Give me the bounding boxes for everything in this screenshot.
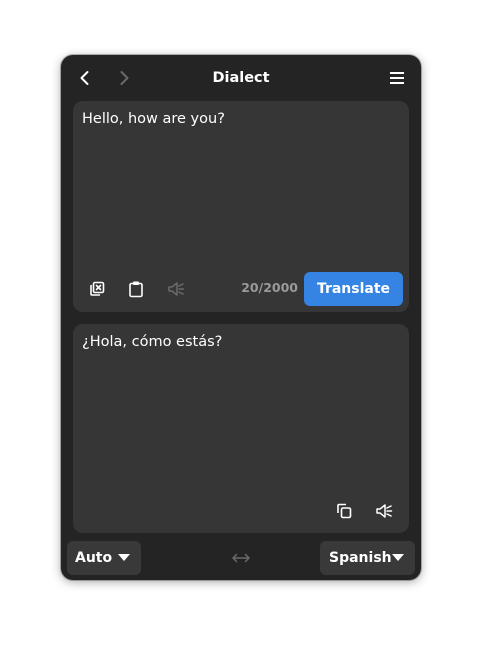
hamburger-menu-icon — [390, 72, 404, 84]
source-language-label: Auto — [75, 550, 113, 566]
copy-button[interactable] — [331, 498, 357, 524]
source-text[interactable]: Hello, how are you? — [82, 111, 225, 127]
switch-languages-button[interactable] — [230, 548, 252, 568]
translate-button[interactable]: Translate — [304, 272, 403, 306]
header-bar: Dialect — [61, 55, 421, 101]
paste-button[interactable] — [123, 276, 149, 302]
source-speak-button[interactable] — [163, 276, 189, 302]
source-text-pane[interactable]: Hello, how are you? 20/2000 Translate — [73, 101, 409, 312]
edit-clear-icon — [90, 281, 105, 296]
main-menu-button[interactable] — [383, 64, 411, 92]
switch-languages-icon — [232, 553, 250, 563]
window-title: Dialect — [212, 70, 270, 86]
chevron-down-icon — [118, 554, 130, 561]
translated-text[interactable]: ¿Hola, cómo estás? — [82, 334, 222, 350]
speaker-icon — [376, 504, 393, 518]
clear-button[interactable] — [84, 276, 110, 302]
clipboard-paste-icon — [129, 281, 143, 298]
character-counter: 20/2000 — [241, 280, 298, 295]
chevron-down-icon — [392, 554, 404, 561]
target-speak-button[interactable] — [371, 498, 397, 524]
speaker-icon — [168, 282, 185, 296]
target-language-selector[interactable]: Spanish — [320, 541, 415, 575]
copy-icon — [337, 503, 352, 519]
app-window: Dialect Hello, how are you? 20/2000 Tran… — [61, 55, 421, 580]
source-language-selector[interactable]: Auto — [67, 541, 141, 575]
target-language-label: Spanish — [329, 550, 392, 566]
translation-pane[interactable]: ¿Hola, cómo estás? — [73, 324, 409, 533]
